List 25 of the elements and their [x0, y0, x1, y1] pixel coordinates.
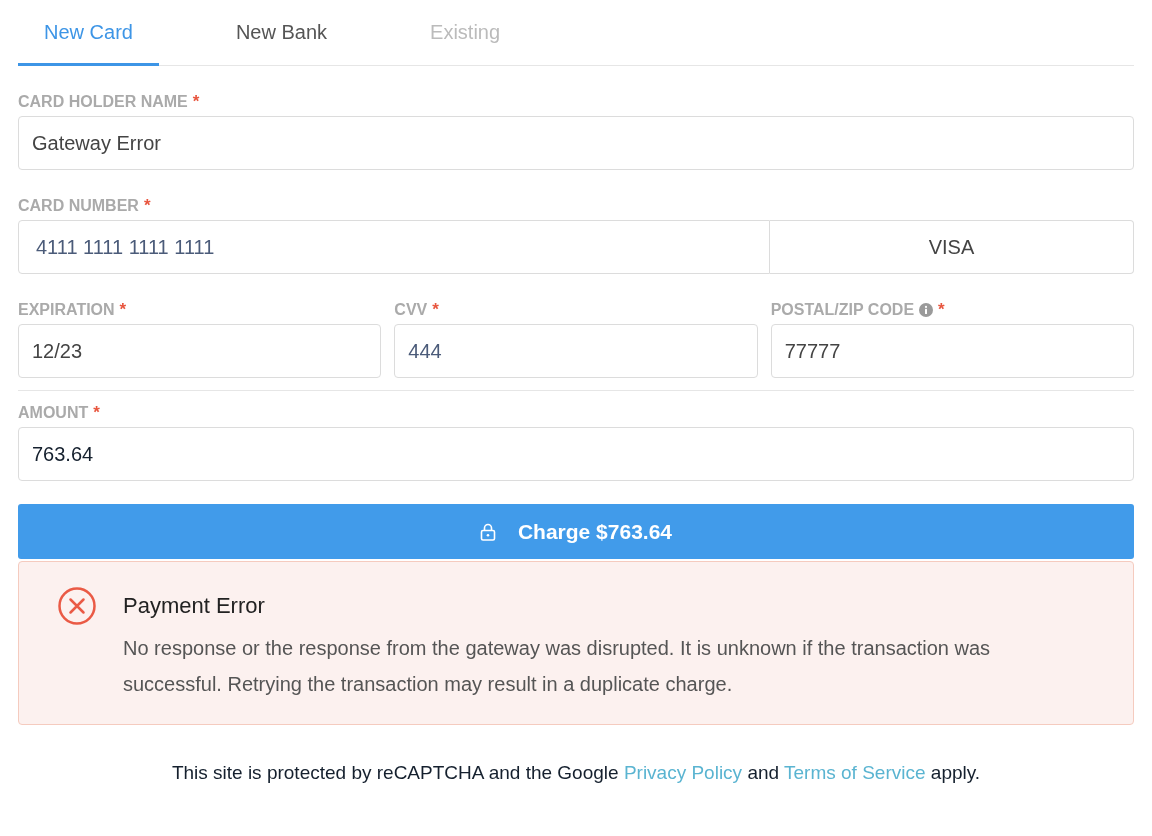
alert-title: Payment Error — [123, 592, 266, 620]
text-input[interactable]: 763.64 — [18, 427, 1134, 481]
required-asterisk: * — [192, 92, 200, 112]
text-input[interactable]: 12/23 — [18, 324, 382, 378]
text-input[interactable]: 77777 — [770, 324, 1134, 378]
card-number-input[interactable]: 4111 1111 1111 1111 — [18, 220, 770, 274]
required-asterisk: * — [432, 300, 439, 320]
field-label: CARD HOLDER NAME — [18, 92, 188, 112]
lock-icon — [479, 522, 496, 541]
alert-message: No response or the response from the gateway was disrupted. It is unknown if the transaction was successful. Retrying the transaction may result in a duplicate charge. — [123, 636, 992, 697]
required-asterisk: * — [938, 300, 945, 320]
error-x-circle-icon — [58, 587, 96, 625]
field-label: POSTAL/ZIP CODE — [770, 300, 915, 320]
recaptcha-notice: This site is protected by reCAPTCHA and the Google Privacy Policy and Terms of Service apply. — [170, 761, 982, 785]
text-input[interactable]: 444 — [394, 324, 758, 378]
card-brand-label: VISA — [770, 220, 1134, 274]
required-asterisk: * — [143, 196, 151, 216]
required-asterisk: * — [119, 300, 127, 320]
text-input[interactable]: Gateway Error — [18, 116, 1134, 170]
field-label: AMOUNT — [18, 403, 89, 423]
tab[interactable]: New Bank — [209, 0, 354, 66]
field-label: CVV — [394, 300, 428, 320]
required-asterisk: * — [93, 403, 100, 423]
field-label: EXPIRATION — [18, 300, 115, 320]
field-label: CARD NUMBER — [18, 196, 139, 216]
